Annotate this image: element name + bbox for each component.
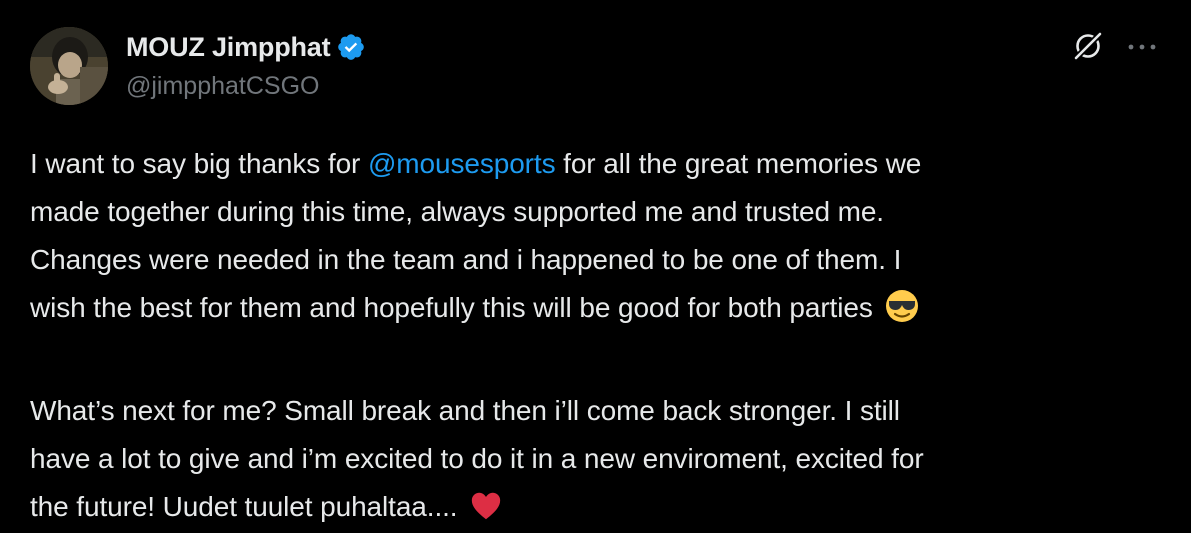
- text-line: wish the best for them and hopefully thi…: [30, 292, 873, 323]
- text-line: Changes were needed in the team and i ha…: [30, 244, 902, 275]
- avatar-image: [30, 27, 108, 105]
- display-name[interactable]: MOUZ Jimpphat: [126, 32, 331, 63]
- author-name-row: MOUZ Jimpphat: [126, 30, 366, 64]
- grok-icon: [1070, 28, 1106, 69]
- author-handle[interactable]: @jimpphatCSGO: [126, 72, 320, 101]
- text-segment: I want to say big thanks for: [30, 148, 368, 179]
- text-line: made together during this time, always s…: [30, 196, 884, 227]
- text-line: What’s next for me? Small break and then…: [30, 395, 900, 426]
- more-options-button[interactable]: [1122, 28, 1162, 68]
- avatar[interactable]: [30, 27, 108, 105]
- heart-emoji-icon: [469, 489, 503, 533]
- verified-badge-icon: [336, 32, 366, 62]
- tweet-paragraph-1: I want to say big thanks for @mousesport…: [30, 140, 1170, 339]
- tweet-card: MOUZ Jimpphat @jimpphatCSGO I want to sa…: [0, 0, 1191, 533]
- text-segment: for all the great memories we: [555, 148, 922, 179]
- sunglasses-emoji-icon: [884, 288, 920, 339]
- mention-link[interactable]: @mousesports: [368, 148, 556, 179]
- grok-button[interactable]: [1068, 28, 1108, 68]
- text-line: the future! Uudet tuulet puhaltaa....: [30, 491, 458, 522]
- tweet-text: I want to say big thanks for @mousesport…: [30, 140, 1170, 533]
- tweet-paragraph-2: What’s next for me? Small break and then…: [30, 387, 1170, 533]
- more-dots-icon: [1127, 39, 1157, 57]
- text-line: have a lot to give and i’m excited to do…: [30, 443, 924, 474]
